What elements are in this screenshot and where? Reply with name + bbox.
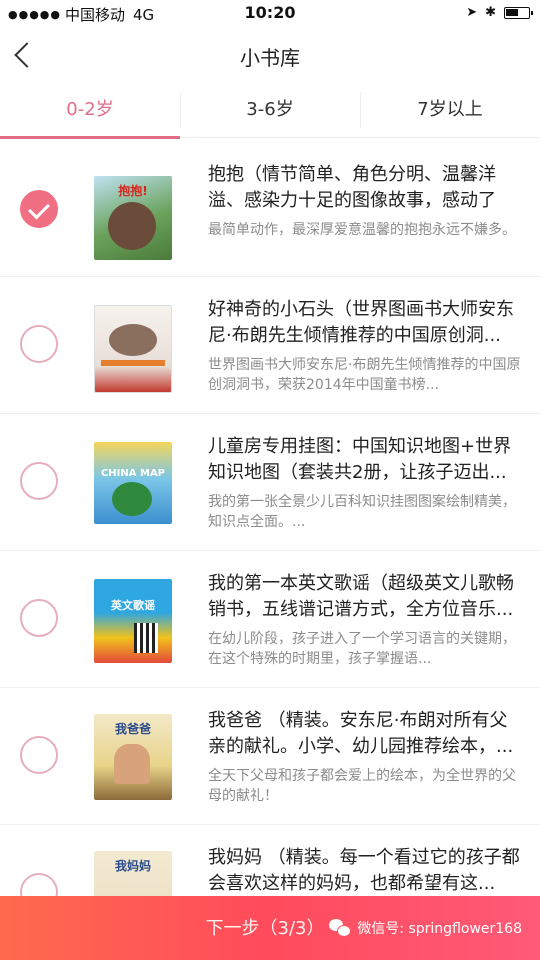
location-icon: ➤ <box>466 5 478 20</box>
list-item[interactable]: 我爸爸 我爸爸 （精装。安东尼·布朗对所有父亲的献礼。小学、幼儿园推荐绘本，..… <box>0 688 540 825</box>
book-title: 我妈妈 （精装。每一个看过它的孩子都会喜欢这样的妈妈，也都希望有这... <box>208 847 520 894</box>
book-title: 抱抱（情节简单、角色分明、温馨洋溢、感染力十足的图像故事，感动了无... <box>208 164 496 211</box>
select-checkbox[interactable] <box>20 325 58 363</box>
tab-3-6[interactable]: 3-6岁 <box>180 86 360 137</box>
book-title: 好神奇的小石头（世界图画书大师安东尼·布朗先生倾情推荐的中国原创洞... <box>208 299 514 346</box>
list-item[interactable]: 抱抱! 抱抱（情节简单、角色分明、温馨洋溢、感染力十足的图像故事，感动了无...… <box>0 140 540 277</box>
book-title: 我的第一本英文歌谣（超级英文儿歌畅销书，五线谱记谱方式，全方位音乐... <box>208 573 514 620</box>
book-cover: 抱抱! <box>94 176 172 260</box>
select-checkbox[interactable] <box>20 190 58 228</box>
book-cover-text: 我爸爸 <box>114 722 151 736</box>
tab-7-plus[interactable]: 7岁以上 <box>360 86 540 137</box>
watermark-text: 微信号: springflower168 <box>357 921 522 937</box>
book-description: 世界图画书大师安东尼·布朗先生倾情推荐的中国原创洞洞书，荣获2014年中国童书榜… <box>208 357 521 393</box>
nav-bar: 小书库 <box>0 28 540 84</box>
book-cover: 我爸爸 <box>94 714 172 800</box>
book-cover-text: 英文歌谣 <box>111 599 155 612</box>
list-item[interactable]: 英文歌谣 我的第一本英文歌谣（超级英文儿歌畅销书，五线谱记谱方式，全方位音乐..… <box>0 551 540 688</box>
list-item[interactable]: CHINA MAP 儿童房专用挂图：中国知识地图+世界知识地图（套装共2册，让孩… <box>0 414 540 551</box>
battery-icon <box>504 6 533 19</box>
book-cover <box>94 305 172 393</box>
wechat-icon <box>329 919 352 937</box>
wechat-watermark: 微信号: springflower168 <box>329 918 522 938</box>
next-step-button[interactable]: 下一步（3/3） <box>180 914 350 940</box>
book-description: 最简单动作，最深厚爱意温馨的抱抱永远不嫌多。 <box>208 222 516 238</box>
select-checkbox[interactable] <box>20 599 58 637</box>
select-checkbox[interactable] <box>20 462 58 500</box>
book-cover: 英文歌谣 <box>94 579 172 663</box>
list-item[interactable]: 好神奇的小石头（世界图画书大师安东尼·布朗先生倾情推荐的中国原创洞... 世界图… <box>0 277 540 414</box>
book-cover: CHINA MAP <box>94 442 172 524</box>
page-title: 小书库 <box>240 46 300 70</box>
book-cover-text: CHINA MAP <box>100 468 166 479</box>
book-cover-text: 抱抱! <box>118 184 148 198</box>
book-title: 我爸爸 （精装。安东尼·布朗对所有父亲的献礼。小学、幼儿园推荐绘本，... <box>208 710 514 757</box>
bottom-bar: 下一步（3/3） 微信号: springflower168 <box>0 896 540 960</box>
status-right: ➤ ✱ <box>466 5 533 20</box>
book-list: 抱抱! 抱抱（情节简单、角色分明、温馨洋溢、感染力十足的图像故事，感动了无...… <box>0 140 540 960</box>
age-tabs: 0-2岁 3-6岁 7岁以上 <box>0 86 540 139</box>
book-description: 我的第一张全景少儿百科知识挂图图案绘制精美，知识点全面。... <box>208 494 516 530</box>
tab-0-2[interactable]: 0-2岁 <box>0 86 180 139</box>
status-bar: ●●●●● 中国移动 4G 10:20 ➤ ✱ <box>0 0 540 28</box>
book-title: 儿童房专用挂图：中国知识地图+世界知识地图（套装共2册，让孩子迈出... <box>208 436 512 483</box>
select-checkbox[interactable] <box>20 736 58 774</box>
book-description: 在幼儿阶段，孩子进入了一个学习语言的关键期，在这个特殊的时期里，孩子掌握语... <box>208 631 516 667</box>
status-time: 10:20 <box>244 3 296 22</box>
zebra-illustration <box>134 623 158 653</box>
book-cover-text: 我妈妈 <box>114 859 151 873</box>
cover-stripe <box>101 360 165 366</box>
bluetooth-icon: ✱ <box>485 5 496 20</box>
dad-illustration <box>114 744 150 784</box>
stone-illustration <box>109 324 157 356</box>
book-description: 全天下父母和孩子都会爱上的绘本，为全世界的父母的献礼！ <box>208 768 516 804</box>
bear-illustration <box>108 202 156 250</box>
globe-illustration <box>112 482 152 516</box>
